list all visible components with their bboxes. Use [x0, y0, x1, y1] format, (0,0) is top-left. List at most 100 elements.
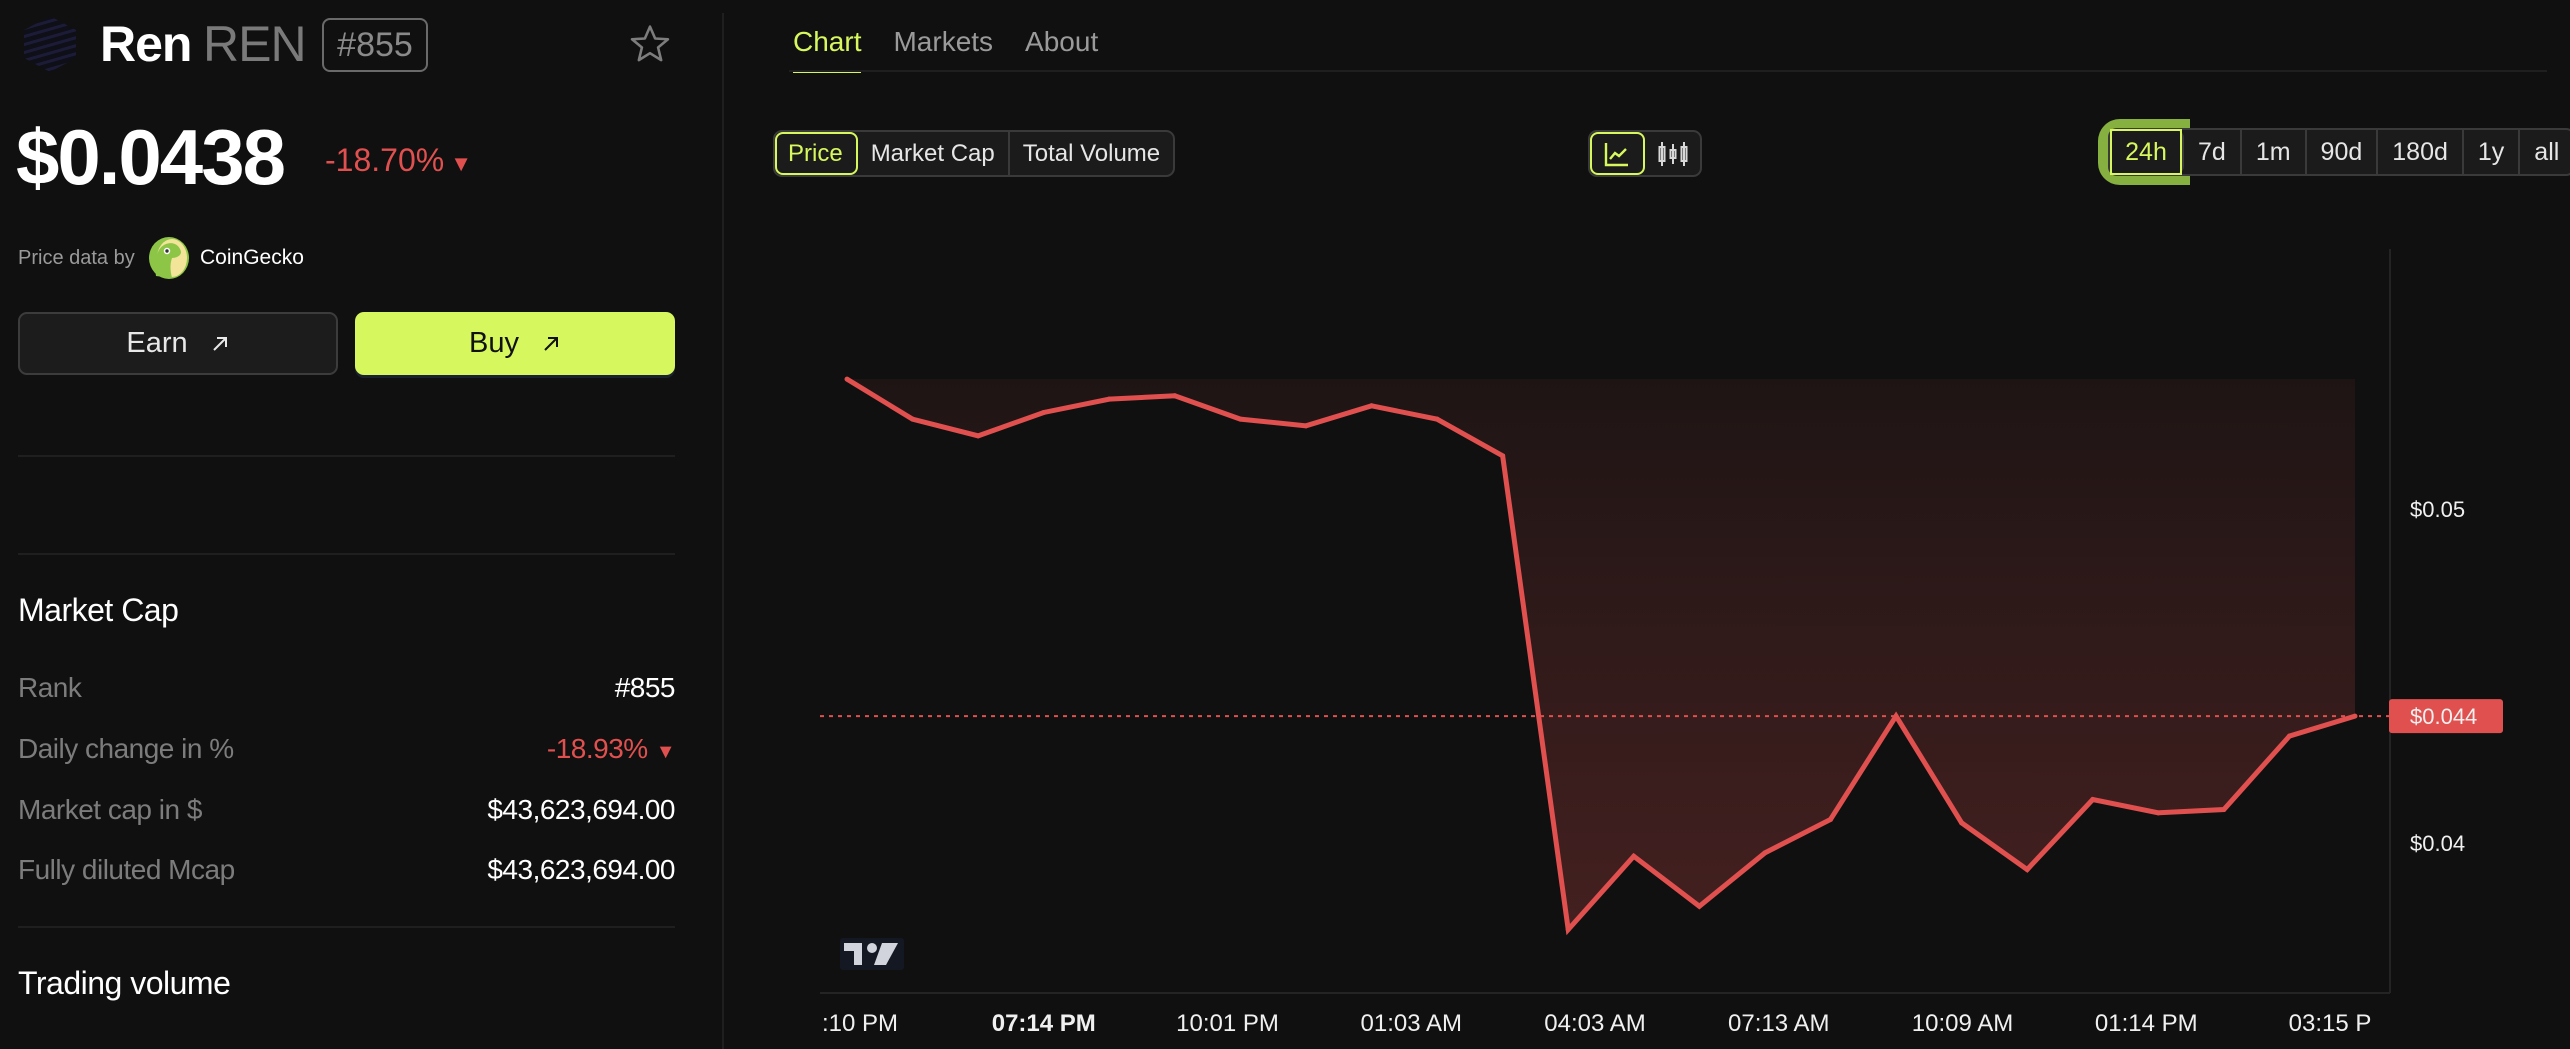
stat-value: -18.93% ▼: [546, 733, 676, 765]
price-point: [1893, 713, 1899, 719]
chart-area-group: [820, 376, 2390, 936]
x-tick-label: 10:01 PM: [1176, 1010, 1279, 1037]
price-change-value: -18.70%: [325, 142, 445, 178]
price-point: [1762, 850, 1768, 856]
x-tick-label: 07:14 PM: [992, 1010, 1096, 1037]
price-point: [1827, 817, 1833, 823]
stat-row-rank: Rank #855: [18, 668, 676, 708]
range-7d[interactable]: 7d: [2184, 130, 2242, 174]
divider: [18, 455, 675, 457]
market-cap-heading: Market Cap: [18, 592, 179, 628]
stat-label: Daily change in %: [18, 733, 234, 764]
current-price: $0.0438: [16, 113, 286, 201]
metric-market-cap[interactable]: Market Cap: [858, 132, 1010, 175]
stat-label: Rank: [18, 672, 82, 703]
price-point: [975, 433, 981, 439]
x-tick-label: 07:13 AM: [1728, 1010, 1829, 1037]
candlestick-chart-button[interactable]: [1645, 132, 1700, 175]
tradingview-logo-icon: [840, 938, 904, 970]
tab-markets[interactable]: Markets: [893, 22, 993, 62]
favorite-star-icon[interactable]: [628, 22, 672, 66]
price-point: [1565, 927, 1571, 933]
price-point: [1237, 416, 1243, 422]
buy-label: Buy: [469, 327, 519, 359]
range-selector: 24h 7d 1m 90d 180d 1y all: [2108, 128, 2570, 176]
range-1m[interactable]: 1m: [2242, 130, 2307, 174]
coingecko-link[interactable]: CoinGecko: [200, 245, 304, 271]
metric-price[interactable]: Price: [775, 132, 858, 175]
stat-row-market-cap: Market cap in $ $43,623,694.00: [18, 790, 675, 830]
price-point: [2221, 807, 2227, 813]
current-price-badge: [2389, 699, 2503, 734]
coingecko-logo-icon: [149, 237, 189, 279]
price-point: [1500, 453, 1506, 459]
price-line: [845, 376, 2356, 936]
price-point: [1106, 396, 1112, 402]
candlestick-icon: [1658, 141, 1687, 166]
stat-label: Market cap in $: [18, 794, 202, 825]
price-point: [1303, 423, 1309, 429]
coin-name: Ren: [100, 16, 192, 72]
price-point: [2155, 810, 2161, 816]
range-24h[interactable]: 24h: [2110, 130, 2184, 174]
x-tick-label: :10 PM: [822, 1010, 898, 1037]
x-tick-label: 04:03 AM: [1544, 1010, 1645, 1037]
y-tick-label: $0.05: [2410, 497, 2465, 522]
y-axis-ticks: $0.05 $0.04 $0.044: [2389, 497, 2503, 856]
divider: [18, 553, 675, 555]
price-point: [1172, 393, 1178, 399]
tab-about[interactable]: About: [1025, 22, 1098, 62]
stat-value: #855: [614, 672, 676, 703]
x-tick-label: 03:15 P: [2289, 1010, 2372, 1037]
metric-total-volume[interactable]: Total Volume: [1010, 132, 1173, 175]
price-point: [1959, 820, 1965, 826]
ren-logo-icon: [24, 16, 76, 72]
range-180d[interactable]: 180d: [2378, 130, 2464, 174]
price-point: [2286, 733, 2292, 739]
earn-button[interactable]: Earn: [18, 312, 338, 375]
price-point: [1631, 853, 1637, 859]
down-triangle-icon: ▼: [655, 741, 676, 763]
price-point: [910, 416, 916, 422]
tab-bar: Chart Markets About: [793, 22, 1098, 73]
price-point: [1041, 409, 1047, 415]
price-point: [1696, 903, 1702, 909]
stat-value: $43,623,694.00: [487, 794, 675, 825]
price-point: [2352, 713, 2358, 719]
rank-badge: #855: [322, 18, 428, 72]
price-data-label: Price data by: [18, 247, 135, 269]
coin-symbol: REN: [203, 16, 307, 72]
line-chart-icon: [1604, 142, 1628, 166]
current-price-badge-label: $0.044: [2410, 704, 2477, 729]
price-point: [844, 376, 850, 382]
down-triangle-icon: ▼: [450, 151, 472, 176]
range-90d[interactable]: 90d: [2307, 130, 2379, 174]
range-1y[interactable]: 1y: [2464, 130, 2521, 174]
stat-label: Fully diluted Mcap: [18, 854, 235, 885]
arrow-up-right-icon: [544, 336, 558, 351]
metric-selector: Price Market Cap Total Volume: [773, 130, 1176, 177]
arrow-up-right-icon: [212, 336, 227, 351]
range-label: 24h: [2125, 137, 2167, 166]
divider: [18, 926, 675, 928]
stat-row-daily-change: Daily change in % -18.93% ▼: [18, 729, 676, 769]
stat-value: $43,623,694.00: [487, 854, 675, 885]
tab-chart[interactable]: Chart: [793, 22, 862, 73]
y-tick-label: $0.04: [2410, 831, 2465, 856]
line-chart-button[interactable]: [1590, 132, 1645, 175]
stat-row-fdv: Fully diluted Mcap $43,623,694.00: [18, 850, 675, 890]
price-point: [2024, 867, 2030, 873]
price-point: [2090, 796, 2096, 802]
panel-divider: [722, 13, 724, 1049]
chart-type-selector: [1588, 130, 1702, 177]
range-all[interactable]: all: [2520, 130, 2570, 174]
buy-button[interactable]: Buy: [355, 312, 675, 375]
price-change-24h: -18.70% ▼: [325, 140, 472, 184]
daily-change-value: -18.93%: [546, 733, 648, 764]
price-area-fill: [847, 379, 2355, 930]
price-point: [1434, 416, 1440, 422]
x-tick-label: 10:09 AM: [1912, 1010, 2013, 1037]
x-tick-label: 01:03 AM: [1361, 1010, 1462, 1037]
earn-label: Earn: [126, 327, 188, 359]
tab-underline-track: [789, 70, 2547, 72]
